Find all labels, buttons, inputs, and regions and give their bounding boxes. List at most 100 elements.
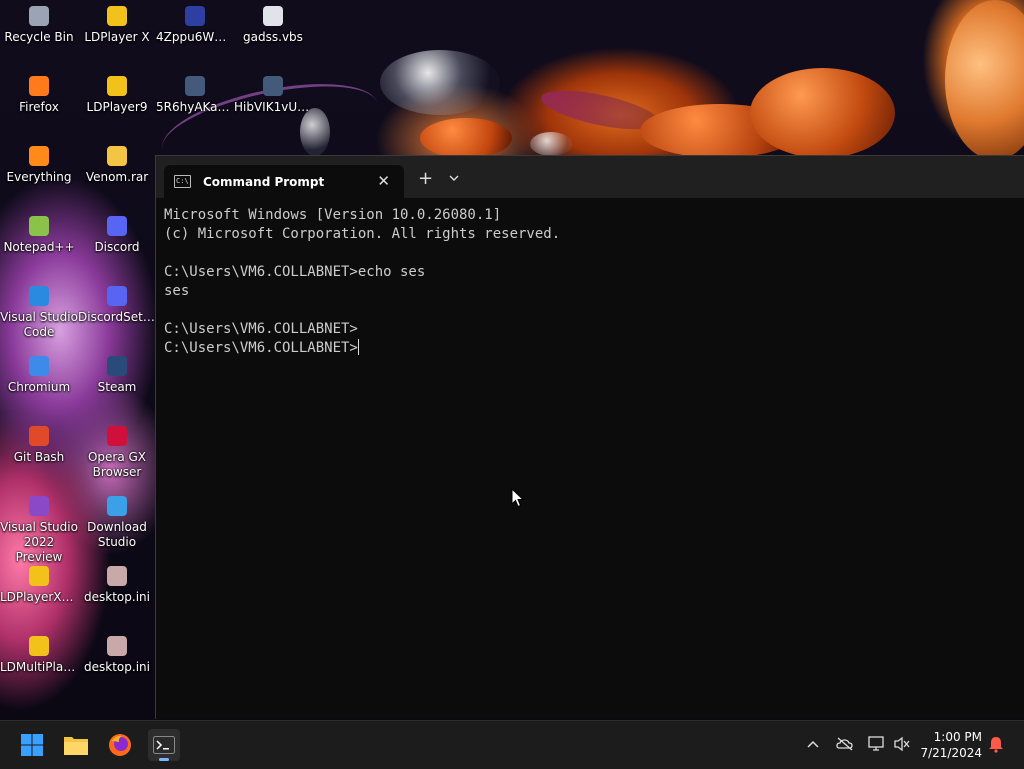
desktop-icon-label: Venom.rar (85, 170, 149, 184)
notification-bell-icon[interactable] (988, 735, 1004, 753)
desktop-icon-label: Chromium (7, 380, 71, 394)
desktop-icon-label: Visual Studio 2022 Preview (0, 520, 78, 564)
desktop-icon-label: Notepad++ (3, 240, 75, 254)
ini-file-icon (107, 566, 127, 586)
desktop-icon-recycle-bin[interactable]: Recycle Bin (0, 0, 78, 45)
tab-command-prompt[interactable]: C:\ Command Prompt ✕ (164, 165, 404, 198)
close-tab-icon[interactable]: ✕ (377, 172, 390, 190)
file-icon (185, 76, 205, 96)
desktop-icon-label: Discord (94, 240, 140, 254)
desktop-icon-git-bash[interactable]: Git Bash (0, 420, 78, 465)
speaker-muted-icon[interactable] (893, 736, 911, 752)
wallpaper-orange-shape (420, 118, 512, 158)
opera-gx-icon (107, 426, 127, 446)
console-line: Microsoft Windows [Version 10.0.26080.1] (164, 207, 502, 223)
console-line: C:\Users\VM6.COLLABNET>echo ses (164, 264, 426, 280)
chevron-up-icon[interactable] (806, 738, 820, 750)
desktop-icon-ldplayerx[interactable]: LDPlayerX_... (0, 560, 78, 605)
mouse-pointer-icon (511, 488, 525, 508)
firefox-icon (109, 734, 131, 756)
desktop-icon-label: Opera GX Browser (87, 450, 147, 479)
new-tab-plus-icon[interactable]: + (418, 170, 433, 188)
desktop-icon-label: 4Zppu6WVc... (156, 30, 234, 44)
desktop-icon-ldmultiplayer[interactable]: LDMultiPlayer (0, 630, 78, 675)
chromium-icon (29, 356, 49, 376)
desktop-icon-everything[interactable]: Everything (0, 140, 78, 185)
desktop-icon-discord[interactable]: Discord (78, 210, 156, 255)
visual-studio-icon (29, 496, 49, 516)
terminal-console-output[interactable]: Microsoft Windows [Version 10.0.26080.1]… (164, 206, 1015, 358)
desktop-icon-desktop-ini[interactable]: desktop.ini (78, 630, 156, 675)
download-studio-icon (107, 496, 127, 516)
discord-icon (107, 216, 127, 236)
file-icon (263, 76, 283, 96)
terminal-icon (153, 736, 175, 754)
chevron-down-icon[interactable] (448, 172, 460, 184)
ldplayer-icon (107, 76, 127, 96)
desktop-icon-visual-studio-2022-preview[interactable]: Visual Studio 2022 Preview (0, 490, 78, 565)
start-button[interactable] (16, 729, 48, 761)
file-explorer-button[interactable] (60, 729, 92, 761)
desktop-icon-4zppu6wvc[interactable]: 4Zppu6WVc... (156, 0, 234, 45)
terminal-taskbar-button[interactable] (148, 729, 180, 761)
terminal-tab-bar: C:\ Command Prompt ✕ + (156, 156, 1024, 198)
wallpaper-droplet (300, 108, 330, 156)
desktop-icon-ldplayer-x[interactable]: LDPlayer X (78, 0, 156, 45)
file-icon (185, 6, 205, 26)
desktop-icon-label: Git Bash (13, 450, 65, 464)
command-prompt-icon: C:\ (174, 175, 191, 188)
desktop-icon-label: gadss.vbs (243, 30, 303, 44)
desktop-icon-5r6hyakazj[interactable]: 5R6hyAKazj... (156, 70, 234, 115)
desktop-icon-hibvik1vus[interactable]: HibVIK1vUS... (234, 70, 312, 115)
clock-time: 1:00 PM (933, 730, 982, 744)
terminal-window[interactable]: C:\ Command Prompt ✕ + Microsoft Windows… (155, 155, 1024, 719)
desktop-icon-discordsetu[interactable]: DiscordSetu... (78, 280, 156, 325)
onedrive-offline-icon[interactable] (836, 736, 854, 752)
desktop-icon-label: Recycle Bin (4, 30, 74, 44)
script-file-icon (263, 6, 283, 26)
ini-file-icon (107, 636, 127, 656)
desktop-icon-notepad[interactable]: Notepad++ (0, 210, 78, 255)
desktop-icon-label: desktop.ini (84, 590, 150, 604)
desktop-icon-visual-studio-code[interactable]: Visual Studio Code (0, 280, 78, 340)
desktop-icon-ldplayer9[interactable]: LDPlayer9 (78, 70, 156, 115)
folder-icon (64, 737, 88, 755)
windows-start-icon (21, 734, 43, 756)
clock-date: 7/21/2024 (920, 746, 982, 760)
ldplayer-icon (29, 566, 49, 586)
recycle-bin-icon (29, 6, 49, 26)
desktop-icon-desktop-ini[interactable]: desktop.ini (78, 560, 156, 605)
firefox-taskbar-button[interactable] (104, 729, 136, 761)
system-clock[interactable]: 1:00 PM 7/21/2024 (920, 729, 982, 761)
console-line: C:\Users\VM6.COLLABNET> (164, 321, 358, 337)
desktop-icon-gadss-vbs[interactable]: gadss.vbs (234, 0, 312, 45)
desktop-icon-label: LDPlayer X (84, 30, 150, 44)
desktop-icon-venom-rar[interactable]: Venom.rar (78, 140, 156, 185)
desktop-icon-label: Firefox (19, 100, 59, 114)
taskbar: 1:00 PM 7/21/2024 (0, 720, 1024, 769)
desktop-icon-label: desktop.ini (84, 660, 150, 674)
desktop-icon-label: Visual Studio Code (0, 310, 78, 339)
network-icon[interactable] (867, 735, 885, 753)
desktop-icon-label: Everything (6, 170, 72, 184)
desktop-icon-firefox[interactable]: Firefox (0, 70, 78, 115)
desktop-icon-label: Steam (97, 380, 137, 394)
desktop-icon-chromium[interactable]: Chromium (0, 350, 78, 395)
active-indicator (159, 758, 169, 761)
firefox-icon (29, 76, 49, 96)
console-line: ses (164, 283, 190, 299)
discord-icon (107, 286, 127, 306)
desktop-icon-label: DiscordSetu... (78, 310, 156, 324)
wallpaper-orange-shape (945, 0, 1024, 160)
everything-search-icon (29, 146, 49, 166)
desktop-icon-steam[interactable]: Steam (78, 350, 156, 395)
desktop-icon-label: HibVIK1vUS... (234, 100, 312, 114)
desktop-icon-download-studio[interactable]: Download Studio (78, 490, 156, 550)
ldplayer-icon (107, 6, 127, 26)
desktop-icon-label: LDMultiPlayer (0, 660, 78, 674)
desktop-icon-label: LDPlayer9 (86, 100, 148, 114)
desktop-icon-label: 5R6hyAKazj... (156, 100, 234, 114)
desktop-icon-opera-gx-browser[interactable]: Opera GX Browser (78, 420, 156, 480)
